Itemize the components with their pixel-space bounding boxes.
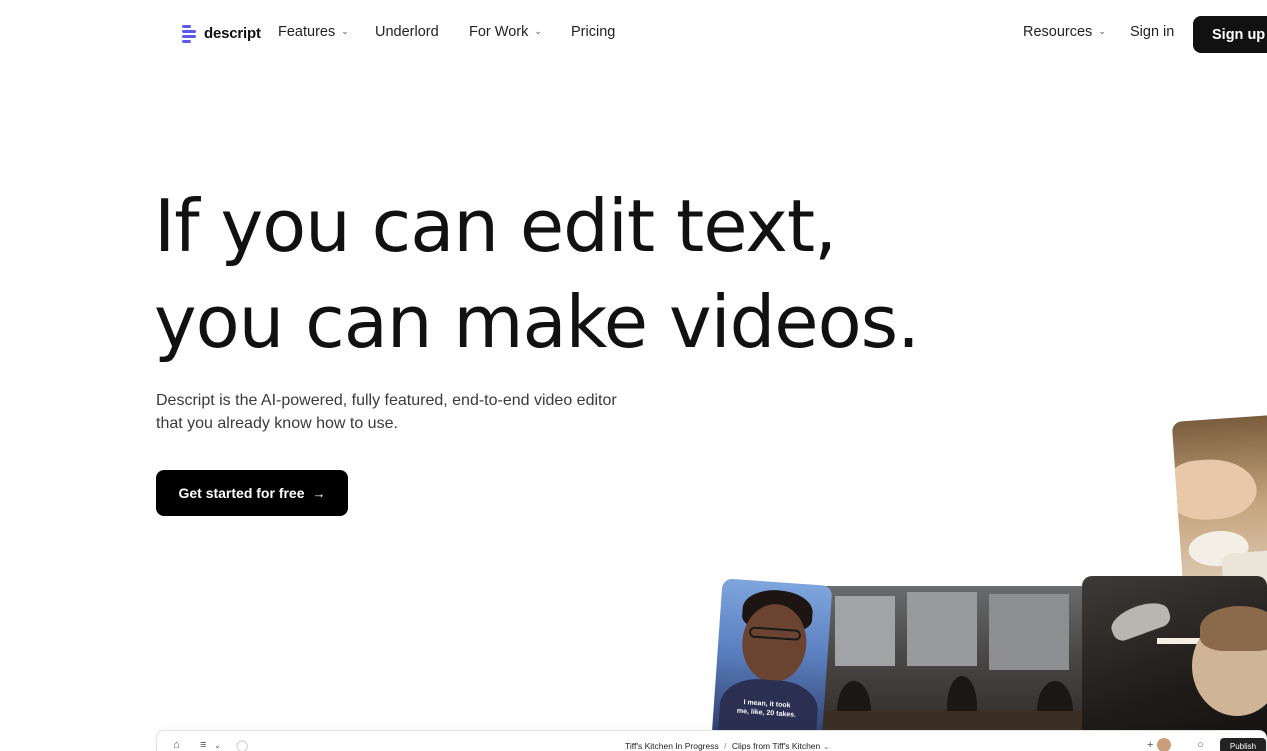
- home-icon[interactable]: ⌂: [173, 739, 180, 751]
- chevron-down-icon: ⌄: [341, 25, 349, 36]
- sign-up-label: Sign up: [1212, 26, 1266, 43]
- chevron-down-icon[interactable]: ⌄: [214, 741, 221, 750]
- publish-label: Publish: [1229, 741, 1257, 751]
- avatar[interactable]: [1157, 738, 1171, 751]
- nav-item-label: Pricing: [571, 24, 616, 40]
- lamp-photo-card: [1082, 576, 1267, 751]
- get-started-button[interactable]: Get started for free →: [156, 470, 348, 516]
- descript-logo-icon: [180, 22, 198, 44]
- speaker-portrait-card: I mean, it took me, like, 20 takes.: [711, 578, 833, 746]
- nav-item-resources[interactable]: Resources ⌄: [1023, 24, 1106, 40]
- composition-title[interactable]: Clips from Tiff's Kitchen: [732, 741, 820, 751]
- comment-icon[interactable]: ○: [1197, 739, 1204, 751]
- breadcrumb-separator: /: [724, 741, 727, 751]
- nav-item-label: Resources: [1023, 24, 1093, 40]
- hero-subtitle: Descript is the AI-powered, fully featur…: [156, 389, 676, 435]
- top-nav: descript Features ⌄ Underlord For Work ⌄…: [0, 0, 1267, 68]
- nav-item-label: Features: [278, 24, 336, 40]
- hero-headline-line-2: you can make videos.: [154, 280, 920, 364]
- project-breadcrumb: Tiff's Kitchen In Progress / Clips from …: [625, 741, 830, 751]
- sign-in-label: Sign in: [1130, 24, 1175, 40]
- editor-app-bar: ⌂ ≡ ⌄ ◯ Tiff's Kitchen In Progress / Cli…: [156, 730, 1267, 751]
- arrow-right-icon: →: [312, 485, 326, 501]
- nav-item-underlord[interactable]: Underlord: [375, 24, 439, 40]
- sign-in-link[interactable]: Sign in: [1130, 24, 1174, 40]
- descript-logo[interactable]: descript: [180, 22, 261, 44]
- project-title[interactable]: Tiff's Kitchen In Progress: [625, 741, 719, 751]
- publish-button[interactable]: Publish: [1220, 738, 1266, 751]
- chevron-down-icon: ⌄: [534, 25, 542, 36]
- chevron-down-icon[interactable]: ⌄: [823, 741, 830, 751]
- hero-subtitle-line-2: that you already know how to use.: [156, 415, 398, 432]
- nav-item-for-work[interactable]: For Work ⌄: [469, 24, 542, 40]
- hero-subtitle-line-1: Descript is the AI-powered, fully featur…: [156, 392, 617, 409]
- chevron-down-icon: ⌄: [1098, 25, 1106, 36]
- sign-up-button[interactable]: Sign up: [1193, 16, 1267, 53]
- menu-icon[interactable]: ≡: [200, 739, 206, 751]
- hero-headline-line-1: If you can edit text,: [154, 184, 837, 268]
- podcast-room-photo-card: [817, 586, 1085, 746]
- add-collaborator-icon[interactable]: +: [1147, 739, 1153, 751]
- get-started-label: Get started for free: [178, 485, 305, 501]
- nav-item-label: For Work: [469, 24, 529, 40]
- hero-headline: If you can edit text, you can make video…: [154, 178, 920, 370]
- check-circle-icon: ◯: [236, 740, 249, 751]
- nav-item-features[interactable]: Features ⌄: [278, 24, 349, 40]
- logo-text: descript: [204, 24, 261, 42]
- nav-item-label: Underlord: [375, 24, 439, 40]
- nav-item-pricing[interactable]: Pricing: [571, 24, 615, 40]
